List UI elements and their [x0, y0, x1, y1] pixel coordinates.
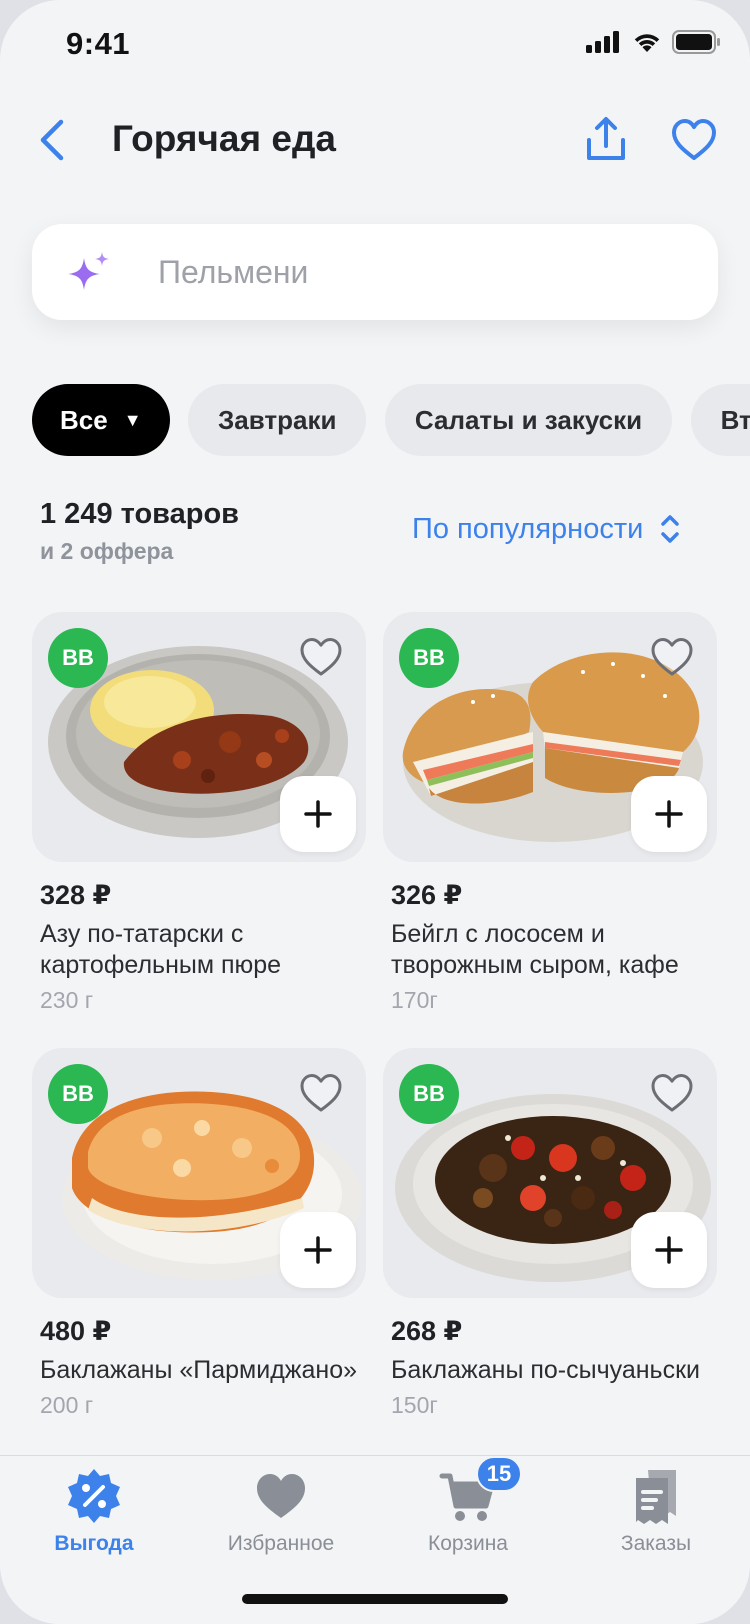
back-button[interactable]	[30, 112, 74, 168]
plus-icon	[655, 1236, 683, 1264]
search-input[interactable]	[158, 244, 678, 300]
chip-all[interactable]: Все ▼	[32, 384, 170, 456]
status-time: 9:41	[66, 26, 131, 61]
brand-badge: BB	[399, 1064, 459, 1124]
chip-salads[interactable]: Салаты и закуски	[384, 384, 673, 456]
category-chips: Все ▼ Завтраки Салаты и закуски Вто	[32, 384, 750, 456]
product-name: Баклажаны «Пармиджано»	[40, 1356, 358, 1384]
product-weight: 230 г	[40, 987, 94, 1013]
product-weight: 200 г	[40, 1392, 94, 1418]
chip-label: Завтраки	[217, 404, 337, 435]
product-weight: 150г	[391, 1392, 438, 1418]
card-favorite-button[interactable]	[649, 634, 695, 680]
tab-label: Выгода	[54, 1532, 134, 1555]
product-image: BB	[32, 612, 366, 862]
product-name: Азу по-татарски с картофельным пюре	[40, 920, 282, 979]
home-indicator	[242, 1594, 508, 1604]
brand-badge: BB	[48, 1064, 108, 1124]
offers-count: и 2 оффера	[40, 538, 174, 564]
status-bar: 9:41	[0, 0, 750, 90]
product-price: 480 ₽	[40, 1316, 112, 1346]
cart-icon: 15	[438, 1456, 522, 1526]
chip-label: Все	[60, 404, 108, 435]
product-name: Баклажаны по-сычуаньски	[391, 1356, 700, 1384]
search-bar[interactable]	[32, 224, 718, 320]
product-card[interactable]: BB 328 ₽ Азу по-татарски с картофельным …	[32, 612, 366, 1014]
card-favorite-button[interactable]	[298, 634, 344, 680]
product-name: Бейгл с лососем и творожным сыром, кафе	[391, 920, 679, 979]
page-title: Горячая еда	[112, 118, 337, 159]
brand-badge: BB	[399, 628, 459, 688]
cart-count-badge: 15	[476, 1456, 522, 1492]
add-to-cart-button[interactable]	[631, 776, 707, 852]
add-to-cart-button[interactable]	[280, 1212, 356, 1288]
product-image: BB	[32, 1048, 366, 1298]
sparkle-icon	[68, 252, 109, 290]
caret-down-icon: ▼	[123, 409, 142, 430]
chip-label: Салаты и закуски	[414, 404, 643, 435]
heart-icon	[672, 119, 716, 160]
header: Горячая еда	[0, 100, 750, 180]
favorite-button[interactable]	[668, 114, 720, 166]
discount-badge-icon	[64, 1466, 124, 1526]
add-to-cart-button[interactable]	[631, 1212, 707, 1288]
product-card[interactable]: BB 326 ₽ Бейгл с лососем и творожным сыр…	[383, 612, 717, 1014]
tab-label: Корзина	[428, 1532, 508, 1555]
share-icon	[587, 117, 625, 160]
tab-label: Избранное	[227, 1532, 335, 1555]
sort-button[interactable]: По популярности	[412, 512, 681, 546]
signal-icon	[586, 31, 619, 53]
heart-outline-icon	[651, 1074, 693, 1112]
card-favorite-button[interactable]	[649, 1070, 695, 1116]
plus-icon	[655, 800, 683, 828]
chip-breakfast[interactable]: Завтраки	[187, 384, 367, 456]
heart-outline-icon	[300, 638, 342, 676]
receipt-icon	[626, 1466, 686, 1526]
product-weight: 170г	[391, 987, 438, 1013]
product-card[interactable]: BB 480 ₽ Баклажаны «Пармиджано» 200 г	[32, 1048, 366, 1419]
chip-label: Вто	[720, 404, 750, 435]
product-price: 328 ₽	[40, 880, 112, 910]
product-image: BB	[383, 612, 717, 862]
plus-icon	[304, 1236, 332, 1264]
product-price: 326 ₽	[391, 880, 463, 910]
add-to-cart-button[interactable]	[280, 776, 356, 852]
tab-cart[interactable]: 15 Корзина	[374, 1456, 562, 1566]
items-count: 1 249 товаров	[40, 498, 239, 530]
product-image: BB	[383, 1048, 717, 1298]
plus-icon	[304, 800, 332, 828]
sort-arrows-icon	[661, 515, 680, 543]
heart-outline-icon	[651, 638, 693, 676]
chip-more[interactable]: Вто	[690, 384, 750, 456]
tab-orders[interactable]: Заказы	[562, 1466, 750, 1566]
product-card[interactable]: BB 268 ₽ Баклажаны по-сычуаньски 150г	[383, 1048, 717, 1419]
screen: 9:41 Горячая еда Пельмени Все ▼ Завтраки…	[0, 0, 750, 1624]
sort-label: По популярности	[412, 512, 644, 545]
tab-favorites[interactable]: Избранное	[187, 1466, 375, 1566]
chevron-left-icon	[40, 119, 64, 161]
brand-badge: BB	[48, 628, 108, 688]
heart-icon	[251, 1466, 311, 1526]
share-button[interactable]	[580, 114, 632, 166]
heart-outline-icon	[300, 1074, 342, 1112]
tab-label: Заказы	[620, 1532, 692, 1555]
tab-benefits[interactable]: Выгода	[0, 1466, 188, 1566]
wifi-icon	[634, 34, 660, 52]
status-icons	[586, 30, 720, 54]
battery-icon	[672, 30, 720, 54]
product-price: 268 ₽	[391, 1316, 463, 1346]
card-favorite-button[interactable]	[298, 1070, 344, 1116]
